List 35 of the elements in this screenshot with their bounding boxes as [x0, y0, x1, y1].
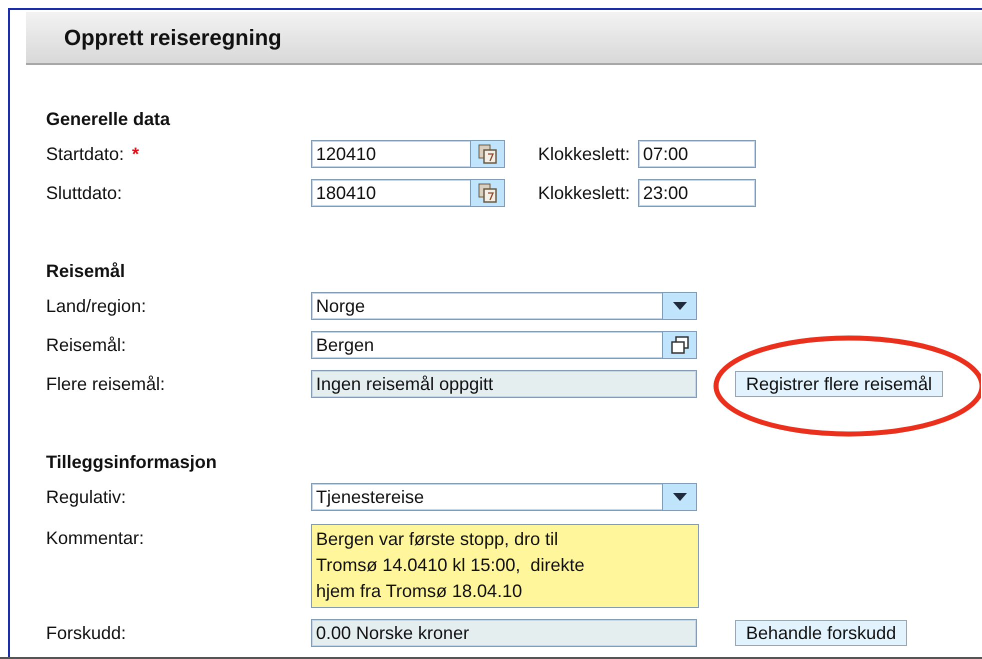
value-help-field[interactable]: Bergen	[311, 331, 697, 359]
calendar-icon	[476, 143, 498, 165]
calendar-button[interactable]	[470, 180, 504, 206]
time-field[interactable]: 23:00	[638, 179, 756, 207]
dropdown-field[interactable]: Norge	[311, 292, 697, 320]
value-help-button[interactable]	[662, 332, 696, 358]
section-heading: Reisemål	[46, 260, 126, 283]
field-label: Startdato:	[46, 143, 124, 166]
readonly-field: Ingen reisemål oppgitt	[311, 370, 697, 398]
time-field[interactable]: 07:00	[638, 140, 756, 168]
field-label: Forskudd:	[46, 622, 126, 645]
date-field[interactable]: 120410	[311, 140, 505, 168]
dropdown-arrow-icon	[672, 493, 686, 501]
calendar-icon	[476, 182, 498, 204]
action-button[interactable]: Registrer flere reisemål	[735, 371, 944, 397]
overlapping-squares-icon	[670, 335, 690, 355]
calendar-button[interactable]	[470, 141, 504, 167]
field-label: Kommentar:	[46, 527, 144, 550]
dropdown-arrow-icon	[672, 302, 686, 310]
field-label: Klokkeslett:	[538, 144, 630, 164]
field-label: Land/region:	[46, 295, 146, 318]
comment-field[interactable]: Bergen var første stopp, dro til Tromsø 14.0410 kl 15:00, direkte hjem fra Tromsø 18.04.10	[311, 524, 699, 608]
field-label: Regulativ:	[46, 486, 126, 509]
page-title: Opprett reiseregning	[64, 24, 282, 50]
field-label: Flere reisemål:	[46, 373, 166, 396]
section-heading: Tilleggsinformasjon	[46, 451, 218, 474]
field-label: Klokkeslett:	[538, 182, 630, 204]
section-heading: Generelle data	[46, 108, 172, 131]
date-field[interactable]: 180410	[311, 179, 505, 207]
field-label: Sluttdato:	[46, 182, 122, 205]
readonly-field: 0.00 Norske kroner	[311, 619, 697, 647]
action-button[interactable]: Behandle forskudd	[735, 620, 908, 646]
field-label: Reisemål:	[46, 334, 126, 357]
dropdown-field[interactable]: Tjenestereise	[311, 483, 697, 511]
required-mark: *	[132, 143, 140, 166]
